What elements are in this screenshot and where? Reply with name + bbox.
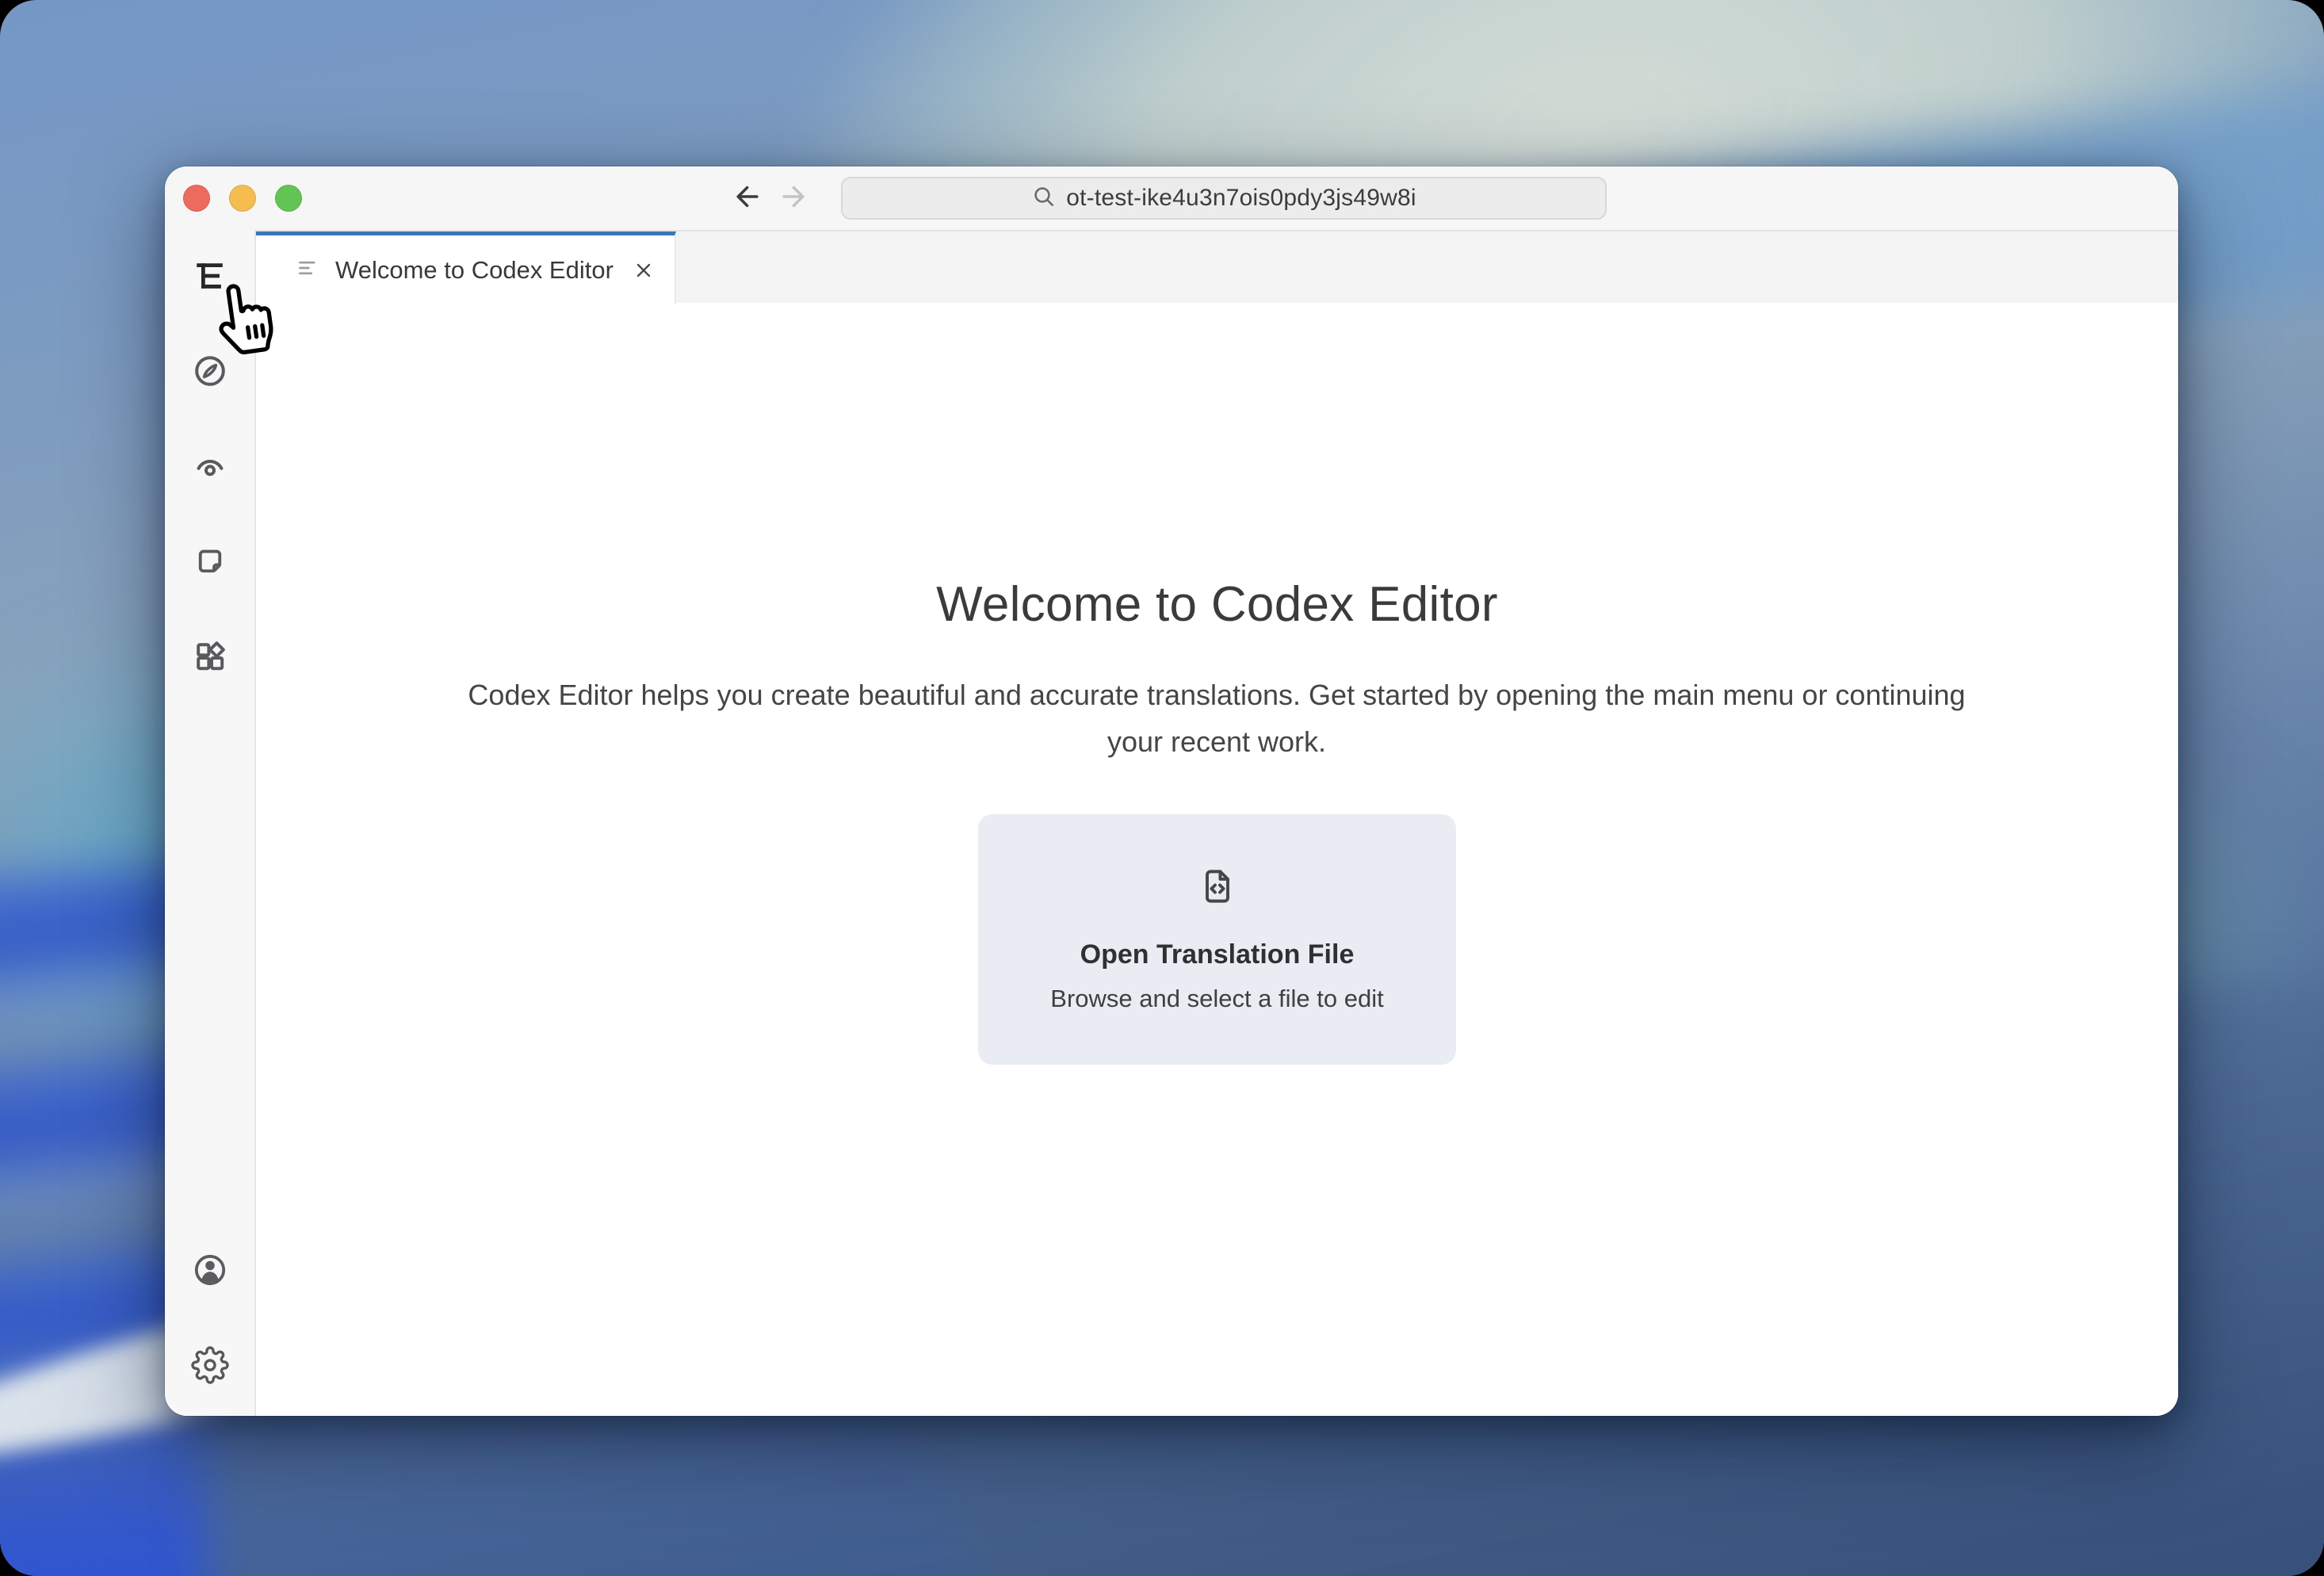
settings-gear-icon — [190, 1346, 229, 1384]
file-code-icon — [1197, 866, 1238, 911]
forward-button[interactable] — [778, 181, 813, 216]
sticky-note-icon — [192, 543, 228, 580]
activity-sidebar — [165, 230, 256, 1416]
preview-eye-icon — [191, 447, 229, 485]
close-tab-button[interactable] — [630, 257, 657, 284]
card-subtitle: Browse and select a file to edit — [1050, 985, 1384, 1012]
sidebar-item-explore[interactable] — [185, 346, 235, 396]
app-window: ot-test-ike4u3n7ois0pdy3js49w8i Welcome … — [165, 166, 2178, 1416]
back-button[interactable] — [728, 181, 763, 216]
sidebar-item-preview[interactable] — [185, 441, 235, 492]
forward-arrow-icon — [779, 180, 812, 217]
page-title: Welcome to Codex Editor — [936, 576, 1498, 632]
page-description: Codex Editor helps you create beautiful … — [468, 679, 1966, 758]
menu-outline-icon — [192, 258, 228, 294]
magnifier-icon — [1031, 184, 1057, 213]
sidebar-item-menu[interactable] — [185, 251, 235, 301]
tab-label: Welcome to Codex Editor — [335, 255, 613, 284]
open-translation-file-card[interactable]: Open Translation File Browse and select … — [978, 814, 1456, 1065]
zoom-window-button[interactable] — [275, 185, 302, 212]
sidebar-item-extensions[interactable] — [185, 631, 235, 682]
sidebar-item-settings[interactable] — [185, 1340, 235, 1390]
minimize-window-button[interactable] — [229, 185, 256, 212]
window-toolbar: ot-test-ike4u3n7ois0pdy3js49w8i — [165, 166, 2178, 231]
close-window-button[interactable] — [183, 185, 210, 212]
url-field[interactable]: ot-test-ike4u3n7ois0pdy3js49w8i — [841, 177, 1607, 220]
account-icon — [191, 1251, 229, 1289]
url-text: ot-test-ike4u3n7ois0pdy3js49w8i — [1066, 185, 1416, 211]
compass-icon — [191, 352, 229, 390]
main-content: Welcome to Codex Editor Codex Editor hel… — [256, 303, 2178, 1416]
tab-welcome[interactable]: Welcome to Codex Editor — [256, 231, 676, 304]
card-title: Open Translation File — [1080, 939, 1355, 970]
sidebar-item-notes[interactable] — [185, 536, 235, 587]
back-arrow-icon — [728, 180, 762, 217]
sidebar-item-account[interactable] — [185, 1245, 235, 1295]
extensions-grid-icon — [191, 637, 229, 675]
tab-bar: Welcome to Codex Editor — [256, 231, 2178, 304]
document-lines-icon — [296, 256, 319, 284]
traffic-lights — [183, 185, 302, 212]
